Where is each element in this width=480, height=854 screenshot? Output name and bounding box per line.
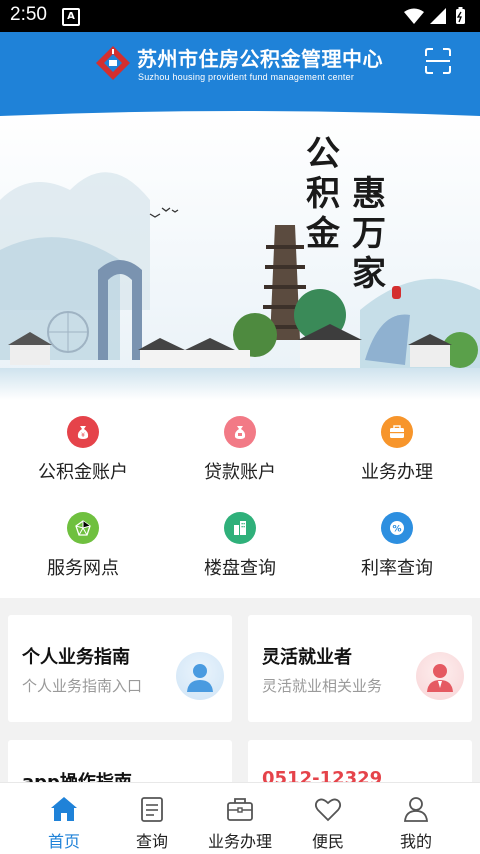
card-personal-guide[interactable]: 个人业务指南 个人业务指南入口 <box>8 615 232 722</box>
scan-icon[interactable] <box>424 47 452 75</box>
briefcase-icon <box>227 798 253 821</box>
heart-icon <box>314 798 342 822</box>
building-icon <box>224 512 256 544</box>
wifi-icon <box>404 8 424 24</box>
menu-item-property-search[interactable]: 楼盘查询 <box>160 496 320 592</box>
tab-convenience[interactable]: 便民 <box>280 783 376 854</box>
tab-home[interactable]: 首页 <box>16 783 112 854</box>
menu-item-rate-search[interactable]: % 利率查询 <box>317 496 477 592</box>
banner-image[interactable]: 公积金 惠万家 <box>0 110 480 400</box>
app-title: 苏州市住房公积金管理中心 <box>137 47 383 71</box>
svg-text:%: % <box>392 525 401 535</box>
svg-text:¥: ¥ <box>81 432 85 439</box>
banner-artwork <box>0 110 480 400</box>
loan-icon <box>224 416 256 448</box>
card-subtitle: 灵活就业相关业务 <box>262 677 383 695</box>
user-icon <box>404 797 428 822</box>
menu-item-service-outlets[interactable]: 服务网点 <box>3 496 163 592</box>
status-time: 2:50 <box>10 4 47 25</box>
network-icon <box>67 512 99 544</box>
status-bar: 2:50 A <box>0 0 480 32</box>
worker-icon <box>416 652 464 700</box>
card-title: 个人业务指南 <box>22 647 130 668</box>
status-icons <box>402 6 472 30</box>
tab-business[interactable]: 业务办理 <box>192 783 288 854</box>
money-bag-icon: ¥ <box>67 416 99 448</box>
tab-query[interactable]: 查询 <box>104 783 200 854</box>
menu-item-loan-account[interactable]: 贷款账户 <box>160 400 320 496</box>
card-subtitle: 个人业务指南入口 <box>22 677 143 695</box>
bottom-tab-bar: 首页 查询 业务办理 便民 我的 <box>0 782 480 854</box>
briefcase-icon <box>381 416 413 448</box>
slogan-right: 惠万家 <box>352 174 386 294</box>
person-icon <box>176 652 224 700</box>
menu-item-fund-account[interactable]: ¥ 公积金账户 <box>3 400 163 496</box>
menu-item-business[interactable]: 业务办理 <box>317 400 477 496</box>
home-icon <box>51 797 77 821</box>
notification-icon: A <box>62 8 80 26</box>
card-title: 灵活就业者 <box>262 647 352 668</box>
function-menu: ¥ 公积金账户 贷款账户 业务办理 服务网点 楼盘查询 % 利率查询 <box>0 400 480 598</box>
percent-icon: % <box>381 512 413 544</box>
app-subtitle: Suzhou housing provident fund management… <box>138 72 355 82</box>
document-icon <box>141 797 163 822</box>
slogan-left: 公积金 <box>306 134 340 254</box>
signal-icon <box>430 8 446 24</box>
tab-mine[interactable]: 我的 <box>368 783 464 854</box>
card-flexible-employment[interactable]: 灵活就业者 灵活就业相关业务 <box>248 615 472 722</box>
fund-logo-icon <box>96 46 130 80</box>
app-header: 苏州市住房公积金管理中心 Suzhou housing provident fu… <box>0 32 480 110</box>
